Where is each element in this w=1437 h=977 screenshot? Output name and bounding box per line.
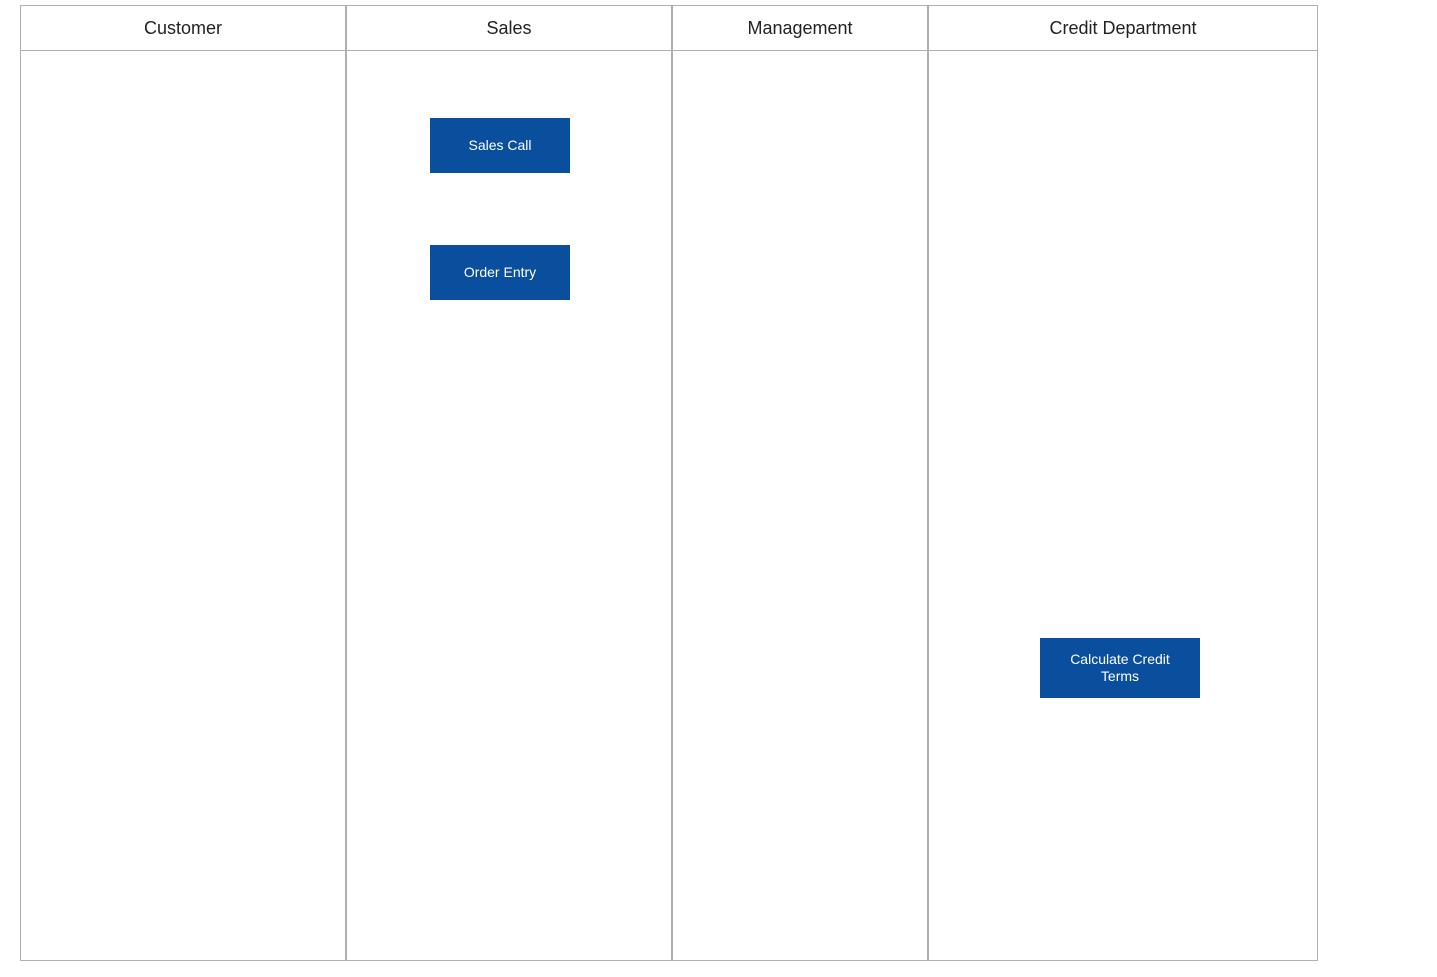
swimlane-flowchart: Buy ProductCredit FormOrder FormCredit C… (0, 0, 1437, 977)
process-sales_call: Sales Call (430, 118, 570, 173)
lane-header-credit: Credit Department (928, 5, 1318, 51)
lane-header-customer: Customer (20, 5, 346, 51)
lane-body-customer (20, 51, 346, 961)
process-order_entry: Order Entry (430, 245, 570, 300)
lane-header-management: Management (672, 5, 928, 51)
lane-body-credit (928, 51, 1318, 961)
process-calc_terms: Calculate CreditTerms (1040, 638, 1200, 698)
lane-header-sales: Sales (346, 5, 672, 51)
lane-body-sales (346, 51, 672, 961)
lane-body-management (672, 51, 928, 961)
